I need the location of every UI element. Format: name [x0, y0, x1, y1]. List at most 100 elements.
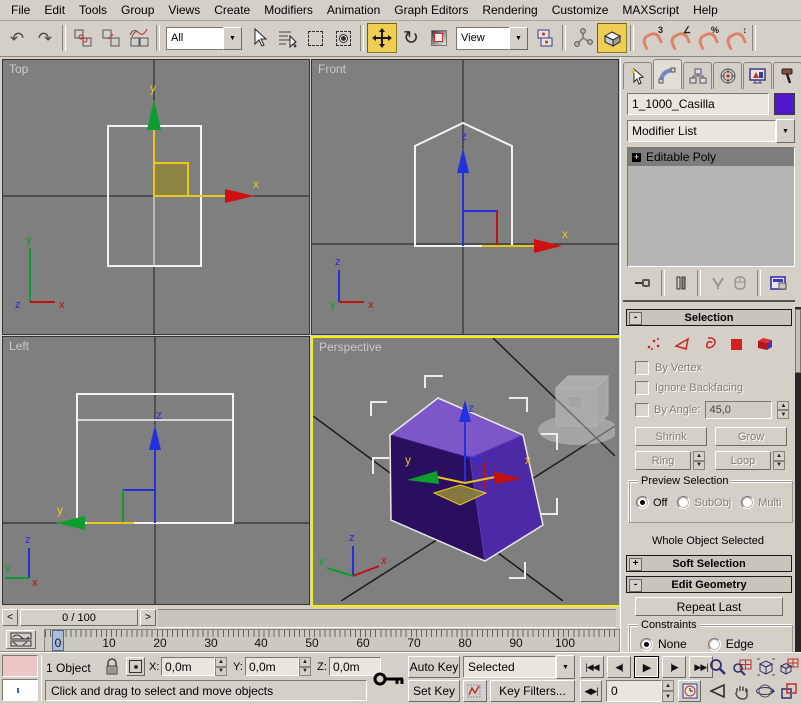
viewport-perspective[interactable]: Perspective [311, 336, 621, 607]
viewport-top-canvas[interactable]: y x y z x [3, 60, 309, 334]
viewport-left-canvas[interactable]: z y z y x [3, 337, 309, 604]
panel-scrollbar-thumb[interactable] [795, 309, 801, 373]
ring-spinner[interactable]: ▲▼ [693, 451, 705, 470]
tab-utilities[interactable] [773, 62, 801, 89]
element-subobject-icon[interactable] [756, 336, 775, 352]
time-slider-track[interactable] [158, 609, 616, 628]
viewport-perspective-canvas[interactable]: z y x z y x [313, 338, 615, 601]
y-coordinate-spinner[interactable]: ▲▼ [299, 657, 311, 676]
collapse-icon[interactable]: - [629, 579, 642, 592]
maxscript-listener-pink[interactable] [2, 655, 38, 677]
repeat-last-button[interactable]: Repeat Last [635, 597, 783, 616]
default-in-out-tangents-button[interactable] [463, 680, 487, 702]
previous-frame-button[interactable]: ◀| [607, 656, 631, 678]
expand-icon[interactable]: + [632, 153, 641, 162]
panel-scrollbar[interactable] [795, 307, 801, 652]
object-color-swatch[interactable] [774, 93, 795, 115]
show-end-result-icon[interactable] [675, 275, 687, 291]
menu-help[interactable]: Help [686, 2, 725, 18]
pan-button[interactable] [730, 680, 753, 702]
key-filters-button[interactable]: Key Filters... [490, 680, 575, 702]
reference-coordinate-system-dropdown[interactable]: View ▼ [456, 28, 528, 49]
selection-filter-dropdown[interactable]: All ▼ [166, 28, 242, 49]
border-subobject-icon[interactable] [703, 336, 719, 352]
zoom-extents-all-button[interactable] [778, 656, 800, 678]
use-pivot-point-center-button[interactable] [531, 24, 559, 52]
snaps-toggle-button[interactable]: 3 [637, 24, 665, 52]
angle-snap-toggle-button[interactable]: ∠ [665, 24, 693, 52]
tab-motion[interactable] [713, 62, 742, 89]
y-coordinate-field[interactable]: 0,0m [245, 657, 299, 676]
spinner-snap-toggle-button[interactable]: ↕ [721, 24, 749, 52]
window-crossing-button[interactable] [329, 24, 357, 52]
select-and-link-button[interactable] [69, 24, 97, 52]
by-vertex-option[interactable]: By Vertex [635, 361, 702, 375]
shrink-button[interactable]: Shrink [635, 427, 707, 446]
time-slider-next-button[interactable]: > [140, 609, 156, 626]
next-frame-button[interactable]: |▶ [662, 656, 686, 678]
redo-button[interactable]: ↷ [31, 24, 59, 52]
key-mode-toggle-button[interactable]: ◀▶| [580, 680, 602, 702]
rectangular-selection-button[interactable] [301, 24, 329, 52]
keyboard-override-key-button[interactable] [372, 661, 406, 697]
menu-create[interactable]: Create [207, 2, 257, 18]
loop-button[interactable]: Loop [715, 451, 771, 470]
undo-button[interactable]: ↶ [3, 24, 31, 52]
menu-group[interactable]: Group [114, 2, 161, 18]
constraints-edge-radio[interactable] [708, 638, 721, 651]
field-of-view-button[interactable] [706, 680, 729, 702]
percent-snap-toggle-button[interactable]: % [693, 24, 721, 52]
collapse-icon[interactable]: - [629, 312, 642, 325]
current-frame-field[interactable]: 0 [606, 680, 662, 702]
zoom-extents-button[interactable] [754, 656, 777, 678]
modifier-stack-row-editable-poly[interactable]: + Editable Poly [628, 148, 794, 166]
viewport-front-canvas[interactable]: z x z y x [312, 60, 618, 334]
collapse-icon[interactable]: + [629, 558, 642, 571]
tab-create[interactable] [623, 62, 652, 89]
go-to-start-button[interactable]: |◀◀ [580, 656, 604, 678]
set-key-button[interactable]: Set Key [408, 680, 460, 702]
menu-rendering[interactable]: Rendering [475, 2, 544, 18]
menu-file[interactable]: File [4, 2, 37, 18]
viewport-top[interactable]: Top y x y z x [2, 59, 310, 335]
ring-button[interactable]: Ring [635, 451, 691, 470]
menu-animation[interactable]: Animation [320, 2, 387, 18]
edit-geometry-rollout-header[interactable]: - Edit Geometry [626, 576, 792, 593]
by-angle-option[interactable]: By Angle: 45,0 ▲▼ [635, 401, 789, 419]
viewport-left[interactable]: Left z y z y x [2, 336, 310, 605]
make-unique-icon[interactable] [710, 275, 726, 291]
constraints-none-radio[interactable] [640, 638, 653, 651]
select-by-name-button[interactable] [273, 24, 301, 52]
tab-display[interactable] [743, 62, 772, 89]
frame-spinner[interactable]: ▲▼ [662, 680, 674, 702]
selection-rollout-header[interactable]: - Selection [626, 309, 792, 326]
configure-modifier-sets-icon[interactable] [770, 275, 788, 291]
ignore-backfacing-checkbox[interactable] [635, 381, 649, 395]
selection-set-dropdown[interactable]: Selected ▼ [463, 656, 575, 678]
select-and-manipulate-button[interactable] [569, 24, 597, 52]
by-angle-checkbox[interactable] [635, 403, 649, 417]
menu-modifiers[interactable]: Modifiers [257, 2, 320, 18]
dropdown-arrow-icon[interactable]: ▼ [223, 27, 242, 50]
pin-stack-icon[interactable] [634, 275, 652, 291]
modifier-list-dropdown[interactable]: Modifier List ▼ [627, 120, 795, 142]
edge-subobject-icon[interactable] [674, 336, 692, 352]
open-mini-curve-editor-button[interactable] [6, 630, 36, 649]
menu-graph-editors[interactable]: Graph Editors [387, 2, 475, 18]
select-and-move-button[interactable] [367, 23, 397, 53]
auto-key-button[interactable]: Auto Key [408, 656, 460, 678]
by-angle-field[interactable]: 45,0 [705, 401, 772, 419]
grow-button[interactable]: Grow [715, 427, 787, 446]
zoom-all-button[interactable] [730, 656, 753, 678]
keyboard-shortcut-override-toggle[interactable] [597, 23, 627, 53]
x-coordinate-field[interactable]: 0,0m [161, 657, 215, 676]
ignore-backfacing-option[interactable]: Ignore Backfacing [635, 381, 743, 395]
menu-tools[interactable]: Tools [72, 2, 114, 18]
preview-off-radio[interactable] [636, 496, 649, 509]
tab-modify[interactable] [653, 59, 682, 89]
loop-spinner[interactable]: ▲▼ [773, 451, 785, 470]
object-name-field[interactable]: 1_1000_Casilla [627, 93, 769, 115]
bind-to-space-warp-button[interactable] [125, 24, 153, 52]
soft-selection-rollout-header[interactable]: + Soft Selection [626, 555, 792, 572]
menu-views[interactable]: Views [161, 2, 207, 18]
